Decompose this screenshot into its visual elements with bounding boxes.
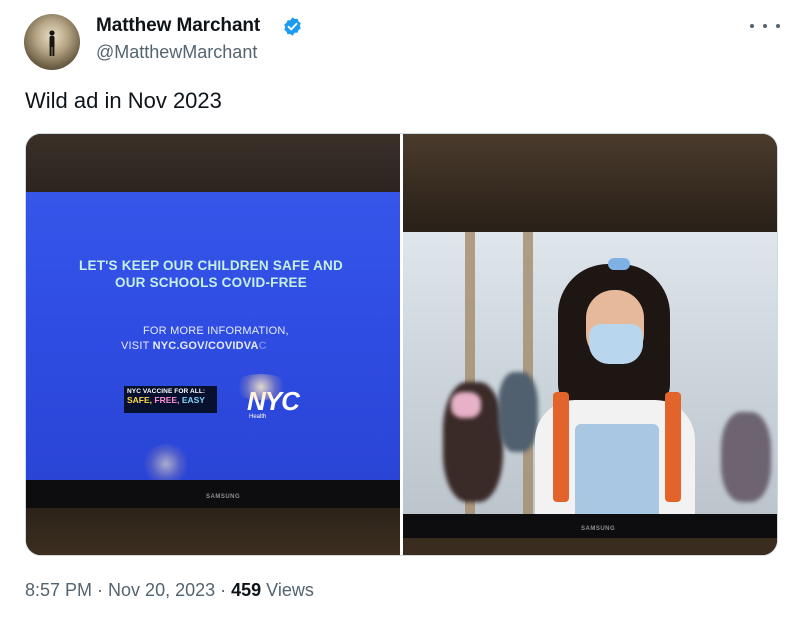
display-name[interactable]: Matthew Marchant [96, 15, 260, 37]
photo-left[interactable]: LET'S KEEP OUR CHILDREN SAFE AND OUR SCH… [26, 134, 400, 555]
meta-separator: · [92, 580, 109, 600]
verified-badge-icon [284, 17, 301, 36]
tweet-date[interactable]: Nov 20, 2023 [108, 580, 215, 600]
tv-bezel-right: SAMSUNG [403, 514, 777, 538]
background-student [498, 372, 538, 452]
vaccine-badge: NYC VACCINE FOR ALL: SAFE, FREE, EASY [124, 386, 217, 413]
ad-info: FOR MORE INFORMATION, VISIT NYC.GOV/COVI… [121, 324, 289, 354]
meta-separator: · [215, 580, 232, 600]
tv-shelf-left [26, 508, 400, 555]
screen-glare [231, 374, 291, 400]
tv-brand-left: SAMSUNG [206, 494, 241, 500]
vaccine-badge-title: NYC VACCINE FOR ALL: [127, 388, 206, 395]
ad-info-line2: VISIT NYC.GOV/COVIDVAC [121, 339, 289, 354]
tv-brand-right: SAMSUNG [581, 526, 616, 532]
ad-headline-line2: OUR SCHOOLS COVID-FREE [115, 275, 307, 290]
ad-info-url-faded: C [258, 340, 267, 352]
ad-info-prefix: VISIT [121, 340, 153, 352]
backpack-strap-right [665, 392, 681, 502]
tweet-meta: 8:57 PM · Nov 20, 2023 · 459 Views [25, 580, 314, 601]
ad-info-line1: FOR MORE INFORMATION, [143, 325, 289, 337]
student-hair-bow [608, 258, 630, 270]
tweet-text: Wild ad in Nov 2023 [25, 88, 222, 113]
views-count: 459 [231, 580, 262, 600]
views-label: Views [261, 580, 314, 600]
student-face-mask [589, 324, 643, 364]
backpack-strap-left [553, 392, 569, 502]
tv-shelf-right [403, 538, 777, 555]
ad-headline-line1: LET'S KEEP OUR CHILDREN SAFE AND [79, 258, 343, 273]
badge-safe: SAFE, [127, 395, 153, 405]
ad-info-url: NYC.GOV/COVIDVA [152, 340, 259, 352]
badge-easy: EASY [181, 395, 205, 405]
media-grid[interactable]: LET'S KEEP OUR CHILDREN SAFE AND OUR SCH… [25, 133, 778, 556]
tweet: Matthew Marchant @MatthewMarchant Wild a… [0, 0, 800, 627]
more-options-icon[interactable] [750, 18, 780, 34]
ad-headline: LET'S KEEP OUR CHILDREN SAFE AND OUR SCH… [56, 257, 366, 291]
background-student-mask [451, 392, 481, 418]
avatar-person-silhouette [49, 30, 55, 56]
vaccine-badge-slogan: SAFE, FREE, EASY [127, 395, 214, 406]
avatar[interactable] [24, 14, 80, 70]
background-student [721, 412, 771, 502]
screen-glare-lower [141, 444, 191, 484]
nyc-health-subtitle: Health [249, 414, 267, 420]
tweet-time[interactable]: 8:57 PM [25, 580, 92, 600]
tv-screen-classroom [403, 232, 777, 514]
photo-right[interactable]: SAMSUNG [403, 134, 777, 555]
handle[interactable]: @MatthewMarchant [96, 42, 257, 63]
tv-bezel-left: SAMSUNG [26, 480, 400, 508]
student-overalls [575, 424, 659, 514]
badge-free: FREE, [154, 395, 180, 405]
